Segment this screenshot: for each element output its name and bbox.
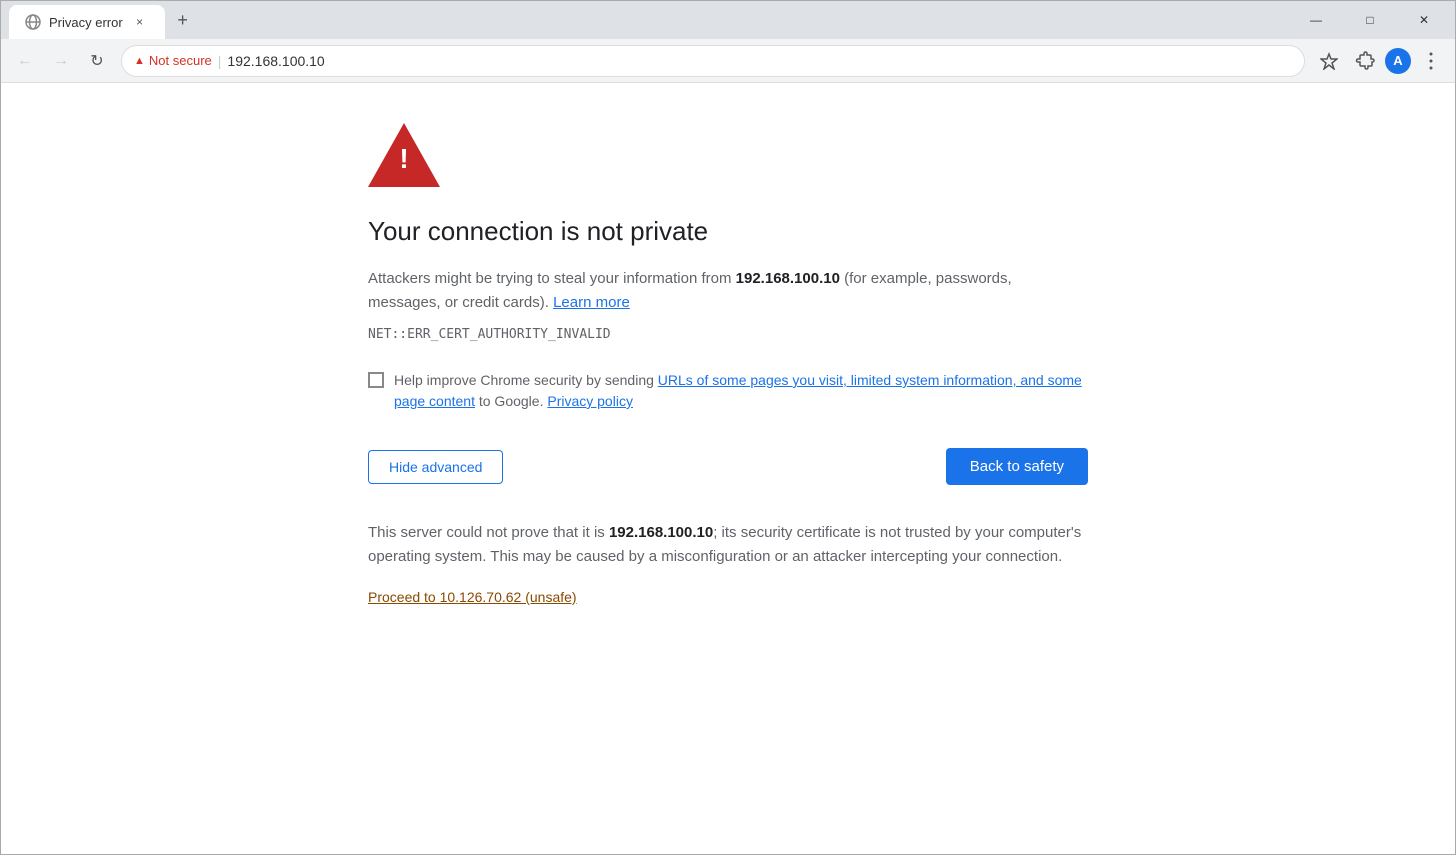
warning-icon-wrap: [368, 123, 1088, 192]
bookmark-icon[interactable]: [1313, 45, 1345, 77]
error-description: Attackers might be trying to steal your …: [368, 267, 1088, 315]
address-separator: |: [218, 53, 222, 69]
toolbar: ← → ↻ Not secure | 192.168.100.10: [1, 39, 1455, 83]
toolbar-actions: A: [1313, 45, 1447, 77]
advanced-host: 192.168.100.10: [609, 524, 713, 541]
address-url: 192.168.100.10: [227, 53, 324, 69]
extension-icon[interactable]: [1349, 45, 1381, 77]
forward-button[interactable]: →: [45, 45, 77, 77]
profile-avatar[interactable]: A: [1385, 48, 1411, 74]
checkbox-before: Help improve Chrome security by sending: [394, 372, 658, 388]
browser-window: Privacy error × + — □ ✕ ← → ↻ Not secure…: [0, 0, 1456, 855]
checkbox-row: Help improve Chrome security by sending …: [368, 370, 1088, 412]
tab-favicon-icon: [25, 14, 41, 30]
description-host: 192.168.100.10: [736, 270, 840, 287]
checkbox-after: to Google.: [475, 393, 544, 409]
window-controls: — □ ✕: [1293, 5, 1447, 35]
hide-advanced-button[interactable]: Hide advanced: [368, 450, 503, 484]
minimize-button[interactable]: —: [1293, 5, 1339, 35]
tab-close-button[interactable]: ×: [131, 13, 149, 31]
error-code: NET::ERR_CERT_AUTHORITY_INVALID: [368, 327, 1088, 342]
not-secure-badge: Not secure: [134, 53, 212, 68]
maximize-button[interactable]: □: [1347, 5, 1393, 35]
checkbox-label: Help improve Chrome security by sending …: [394, 370, 1088, 412]
address-bar[interactable]: Not secure | 192.168.100.10: [121, 45, 1305, 77]
proceed-link[interactable]: Proceed to 10.126.70.62 (unsafe): [368, 589, 577, 605]
close-button[interactable]: ✕: [1401, 5, 1447, 35]
back-button[interactable]: ←: [9, 45, 41, 77]
title-bar: Privacy error × + — □ ✕: [1, 1, 1455, 39]
privacy-checkbox[interactable]: [368, 372, 384, 388]
tab-title: Privacy error: [49, 15, 123, 30]
title-bar-left: Privacy error × +: [9, 1, 197, 39]
error-title: Your connection is not private: [368, 216, 1088, 247]
button-row: Hide advanced Back to safety: [368, 448, 1088, 485]
new-tab-button[interactable]: +: [169, 6, 197, 34]
learn-more-link[interactable]: Learn more: [553, 294, 630, 311]
menu-button[interactable]: [1415, 45, 1447, 77]
warning-triangle-icon: [368, 123, 440, 187]
privacy-policy-link[interactable]: Privacy policy: [547, 393, 633, 409]
advanced-text-before: This server could not prove that it is: [368, 524, 609, 541]
back-to-safety-button[interactable]: Back to safety: [946, 448, 1088, 485]
page-content: Your connection is not private Attackers…: [1, 83, 1455, 854]
error-container: Your connection is not private Attackers…: [368, 123, 1088, 814]
reload-button[interactable]: ↻: [81, 45, 113, 77]
active-tab[interactable]: Privacy error ×: [9, 5, 165, 39]
not-secure-label: Not secure: [149, 53, 212, 68]
advanced-text: This server could not prove that it is 1…: [368, 521, 1088, 569]
description-before: Attackers might be trying to steal your …: [368, 270, 736, 287]
